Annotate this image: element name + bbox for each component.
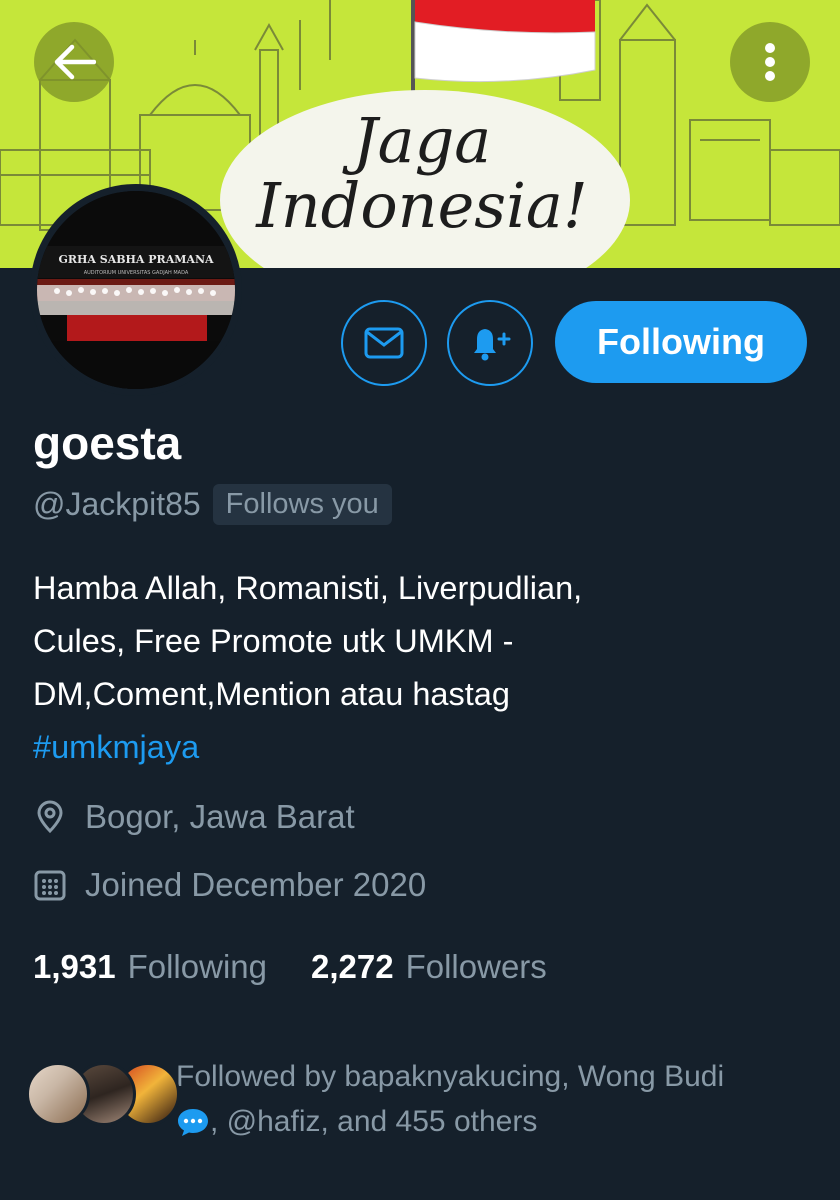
bio-line: Cules, Free Promote utk UMKM - <box>33 623 514 659</box>
avatar-image: GRHA SABHA PRAMANA AUDITORIUM UNIVERSITA… <box>37 191 235 389</box>
bio-line: DM,Coment,Mention atau hastag <box>33 676 510 712</box>
followed-by-text[interactable]: Followed by bapaknyakucing, Wong Budi , … <box>176 1054 816 1150</box>
profile-bio: Hamba Allah, Romanisti, Liverpudlian, Cu… <box>33 562 803 774</box>
bio-line: Hamba Allah, Romanisti, Liverpudlian, <box>33 570 583 606</box>
joined-text: Joined December 2020 <box>85 866 427 903</box>
envelope-icon <box>364 327 404 359</box>
location-text: Bogor, Jawa Barat <box>85 798 355 835</box>
followers-count: 2,272 <box>311 948 394 985</box>
followed-by-line2-wrap: , @hafiz, and 455 others <box>176 1099 816 1150</box>
bell-plus-icon <box>474 329 511 361</box>
speech-bubble-icon <box>176 1105 210 1150</box>
following-button[interactable]: Following <box>555 301 807 383</box>
avatar <box>26 1062 90 1126</box>
banner-slogan-line1: Jaga <box>352 104 492 177</box>
location-pin-icon <box>37 800 63 834</box>
user-handle: @Jackpit85 <box>33 486 201 522</box>
location-row: Bogor, Jawa Barat <box>33 798 355 836</box>
avatar-banner-subtext: AUDITORIUM UNIVERSITAS GADJAH MADA <box>84 270 189 276</box>
followed-by-line2: , @hafiz, and 455 others <box>210 1105 538 1138</box>
message-button[interactable] <box>341 300 427 386</box>
joined-row: Joined December 2020 <box>33 866 426 904</box>
follows-you-badge: Follows you <box>212 484 392 525</box>
profile-avatar[interactable]: GRHA SABHA PRAMANA AUDITORIUM UNIVERSITA… <box>30 184 242 396</box>
display-name: goesta <box>33 417 182 469</box>
follow-stats: 1,931 Following 2,272 Followers <box>33 948 547 986</box>
more-vertical-icon <box>765 43 775 81</box>
avatar-photo: GRHA SABHA PRAMANA AUDITORIUM UNIVERSITA… <box>37 191 235 389</box>
calendar-icon <box>34 870 66 901</box>
bio-hashtag-link[interactable]: #umkmjaya <box>33 729 199 765</box>
notifications-button[interactable] <box>447 300 533 386</box>
avatar-banner-text: GRHA SABHA PRAMANA <box>58 253 214 266</box>
following-count: 1,931 <box>33 948 116 985</box>
following-stat[interactable]: 1,931 Following <box>33 948 267 986</box>
more-options-button[interactable] <box>730 22 810 102</box>
banner-slogan-line2: Indonesia! <box>256 169 588 243</box>
handle-row: @Jackpit85 Follows you <box>33 484 392 525</box>
followers-stat[interactable]: 2,272 Followers <box>311 948 547 986</box>
mutual-followers-avatars[interactable] <box>26 1062 180 1130</box>
followed-by-line1: Followed by bapaknyakucing, Wong Budi <box>176 1060 725 1093</box>
banner-slogan: Jaga Indonesia! <box>232 108 612 238</box>
following-label: Following <box>127 948 267 985</box>
arrow-left-icon <box>54 44 96 80</box>
followers-label: Followers <box>405 948 547 985</box>
back-button[interactable] <box>34 22 114 102</box>
